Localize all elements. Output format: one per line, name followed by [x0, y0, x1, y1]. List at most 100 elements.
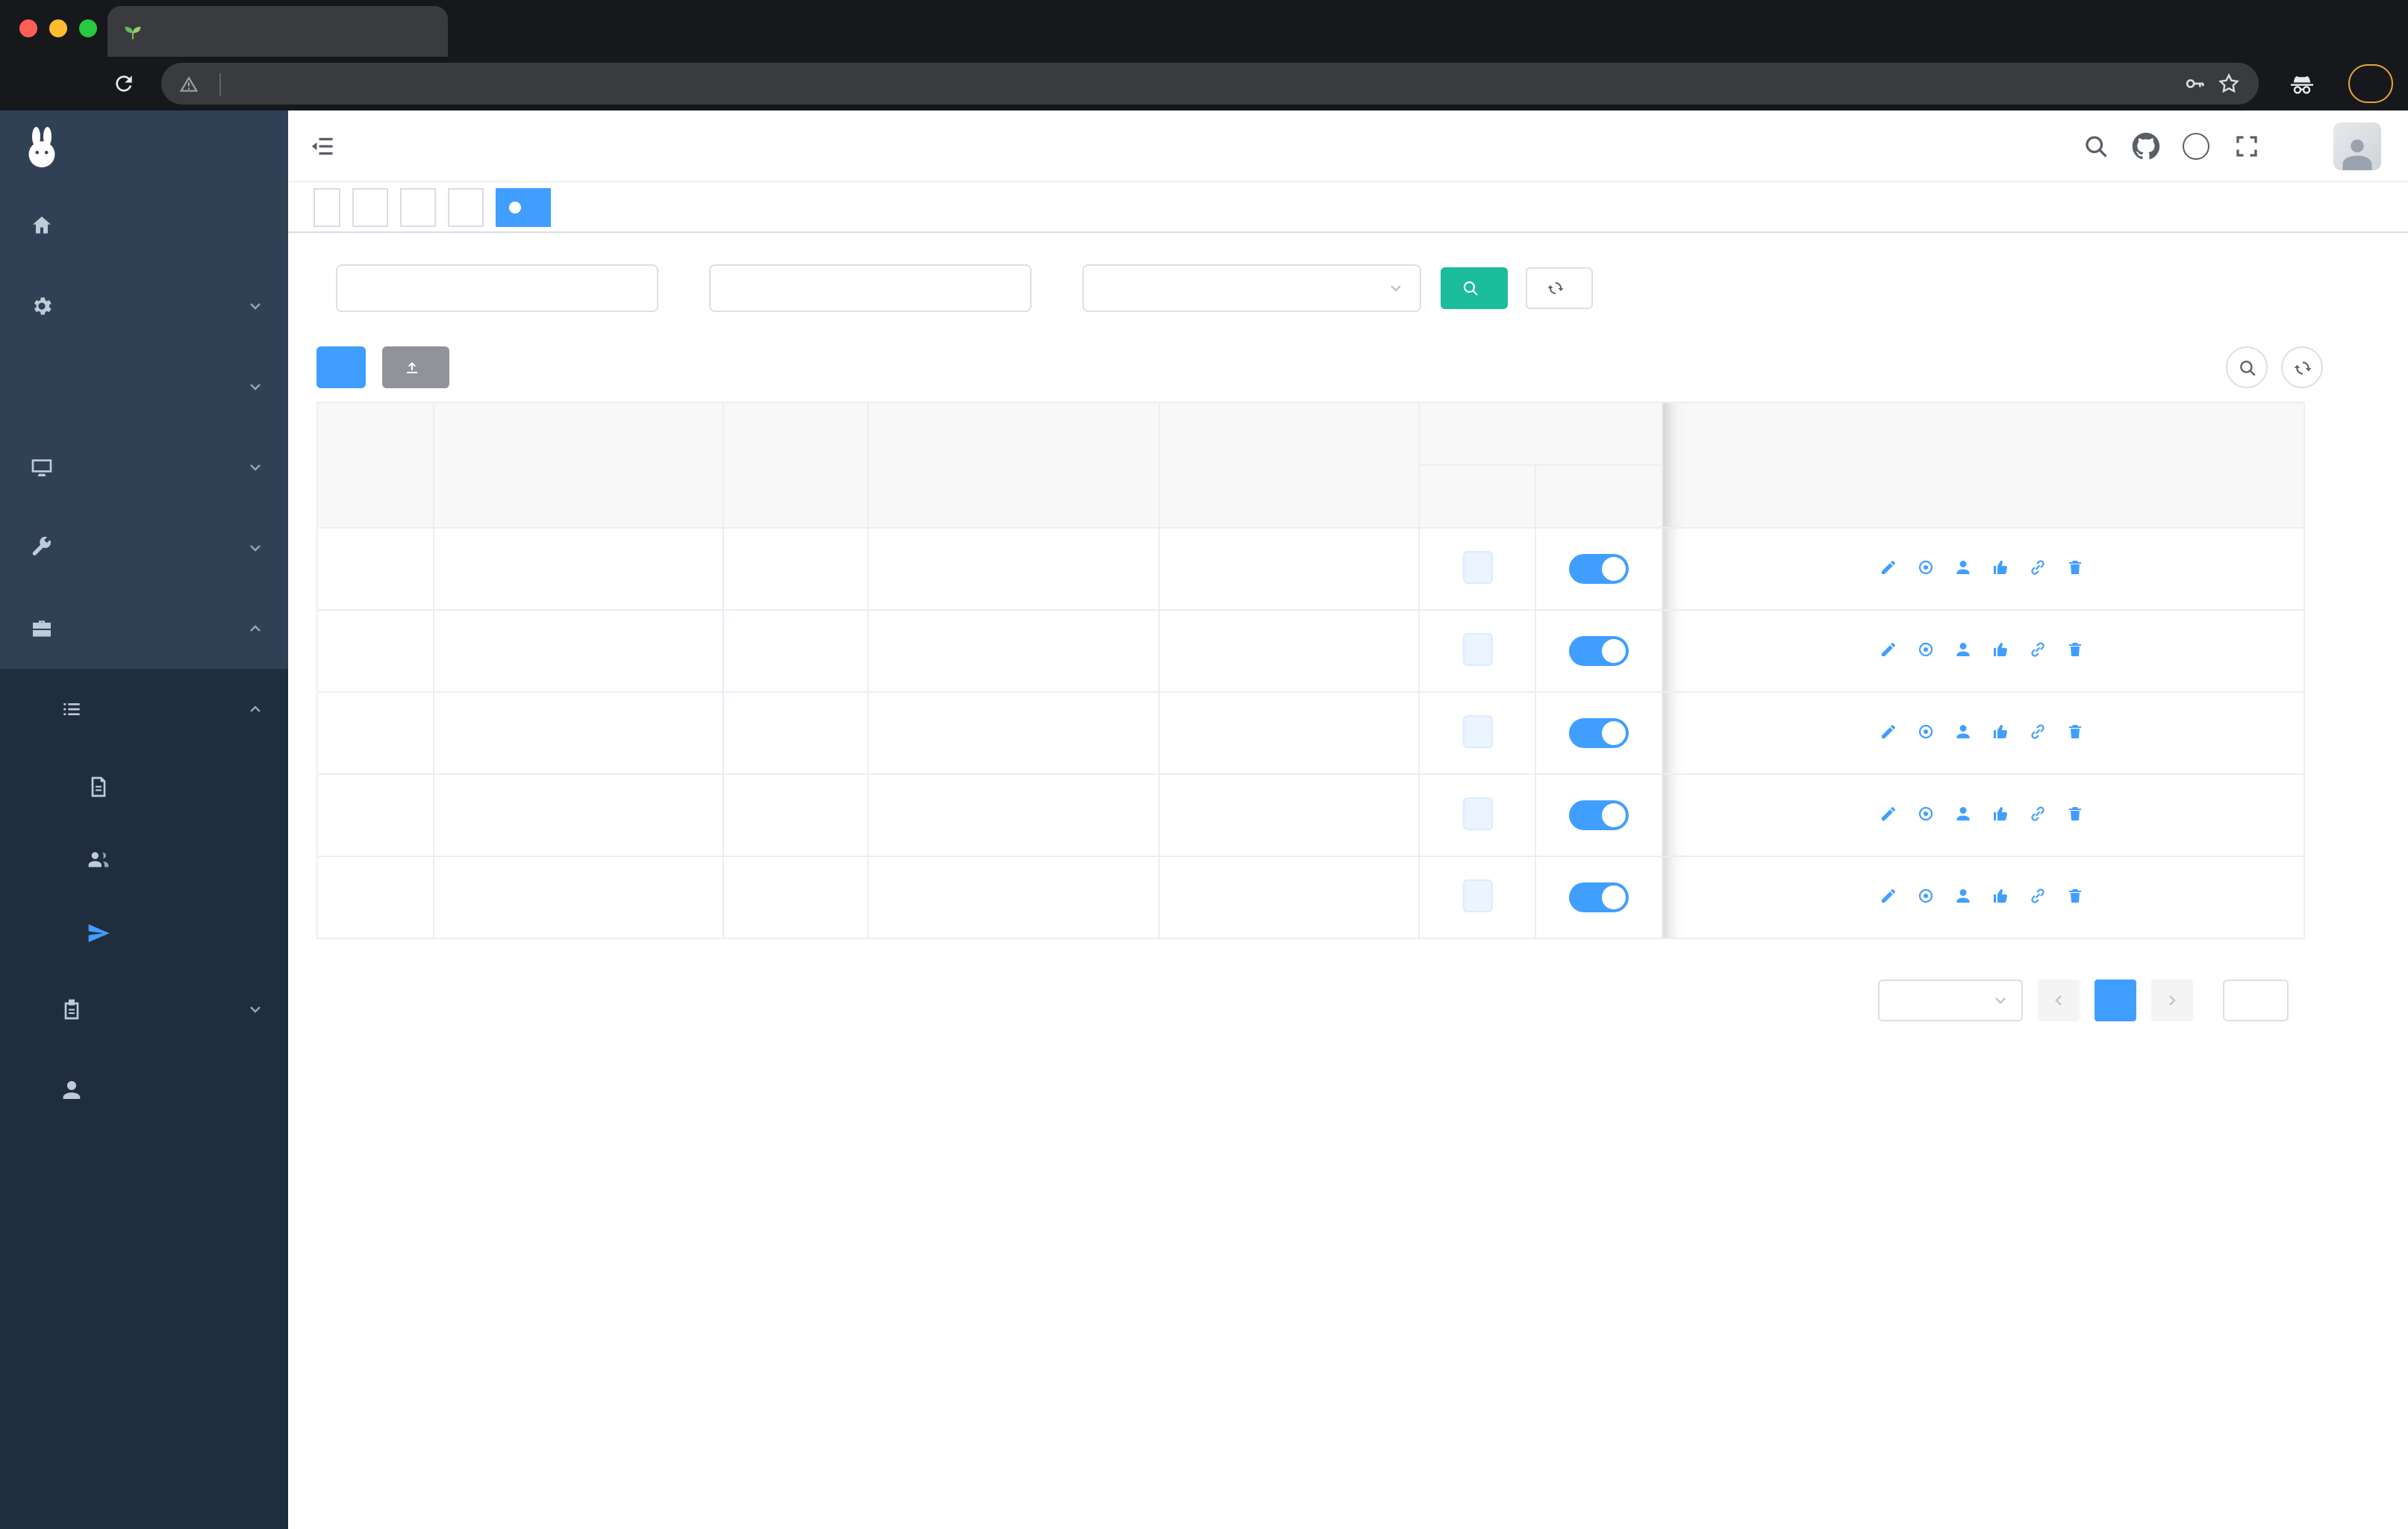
update-browser-button[interactable]	[2348, 64, 2393, 103]
col-header-status	[1535, 464, 1663, 529]
delete-link[interactable]	[2065, 641, 2088, 658]
publish-process-link[interactable]	[1991, 641, 2013, 658]
version-tag	[1462, 879, 1492, 912]
sidebar-item-process-management[interactable]	[0, 669, 288, 750]
target-icon	[1916, 887, 1934, 905]
sidebar-item-task-management[interactable]	[0, 969, 288, 1050]
chevron-up-icon	[246, 700, 264, 718]
wrench-icon	[30, 536, 54, 560]
create-process-button[interactable]	[316, 346, 366, 388]
sidebar-item-home[interactable]	[0, 185, 288, 266]
publish-process-link[interactable]	[1991, 723, 2013, 741]
publish-process-link[interactable]	[1991, 805, 2013, 823]
sidebar	[0, 110, 288, 1529]
process-definition-link[interactable]	[2028, 887, 2050, 905]
link-icon	[2028, 805, 2046, 823]
publish-process-link[interactable]	[1991, 887, 2013, 905]
process-category-select[interactable]	[1082, 264, 1421, 312]
publish-process-link[interactable]	[1991, 558, 2013, 576]
help-icon[interactable]	[2183, 132, 2209, 159]
not-secure-icon	[179, 74, 199, 93]
forward-button[interactable]	[60, 64, 99, 103]
delete-link[interactable]	[2065, 723, 2088, 741]
active-toggle[interactable]	[1569, 636, 1629, 666]
browser-tab[interactable]	[107, 6, 448, 57]
font-size-icon[interactable]	[2283, 131, 2311, 160]
sidebar-item-system[interactable]	[0, 266, 288, 346]
avatar[interactable]	[2333, 122, 2381, 169]
reset-button[interactable]	[1526, 267, 1593, 309]
tag-process-model[interactable]	[496, 187, 551, 226]
tag-tenant-management[interactable]	[352, 187, 388, 226]
import-process-button[interactable]	[382, 346, 449, 388]
tag-my-process[interactable]	[400, 187, 436, 226]
edit-process-link[interactable]	[1879, 641, 1901, 658]
sidebar-item-process-form[interactable]	[0, 750, 288, 823]
assign-rule-link[interactable]	[1953, 558, 1976, 576]
design-process-link[interactable]	[1916, 887, 1938, 905]
design-process-link[interactable]	[1916, 805, 1938, 823]
delete-link[interactable]	[2065, 887, 2088, 905]
bookmark-star-icon[interactable]	[2217, 72, 2241, 96]
process-definition-link[interactable]	[2028, 641, 2050, 658]
minimize-window-button[interactable]	[49, 19, 67, 37]
close-window-button[interactable]	[19, 19, 37, 37]
collapse-sidebar-icon[interactable]	[309, 132, 336, 159]
active-toggle[interactable]	[1569, 800, 1629, 830]
assign-rule-link[interactable]	[1953, 887, 1976, 905]
edit-process-link[interactable]	[1879, 558, 1901, 576]
assign-rule-link[interactable]	[1953, 805, 1976, 823]
app-logo	[0, 110, 288, 185]
page-number-current[interactable]	[2094, 980, 2136, 1021]
sidebar-item-workflow[interactable]	[0, 588, 288, 669]
process-name-input[interactable]	[709, 264, 1032, 312]
active-toggle[interactable]	[1569, 882, 1629, 912]
page-content	[288, 233, 2408, 1529]
active-toggle[interactable]	[1569, 554, 1629, 584]
user-icon	[1953, 558, 1971, 576]
sidebar-item-devtools[interactable]	[0, 508, 288, 588]
process-definition-link[interactable]	[2028, 805, 2050, 823]
refresh-table-button[interactable]	[2281, 346, 2323, 388]
sidebar-item-process-model[interactable]	[0, 896, 288, 969]
assign-rule-link[interactable]	[1953, 641, 1976, 658]
back-button[interactable]	[15, 64, 54, 103]
process-key-input[interactable]	[336, 264, 658, 312]
edit-process-link[interactable]	[1879, 887, 1901, 905]
pencil-icon	[1879, 805, 1897, 823]
goto-page-input[interactable]	[2223, 980, 2289, 1021]
assign-rule-link[interactable]	[1953, 723, 1976, 741]
reload-button[interactable]	[105, 64, 143, 103]
tag-process-form[interactable]	[448, 187, 484, 226]
next-page-button[interactable]	[2151, 980, 2193, 1021]
browser-chrome	[0, 0, 2408, 110]
header-search-icon[interactable]	[2081, 131, 2109, 160]
edit-process-link[interactable]	[1879, 805, 1901, 823]
tab-close-icon[interactable]	[412, 19, 436, 43]
key-icon[interactable]	[2183, 72, 2206, 96]
page-size-select[interactable]	[1878, 980, 2023, 1021]
address-bar[interactable]	[161, 63, 2259, 105]
prev-page-button[interactable]	[2038, 980, 2080, 1021]
sidebar-item-user-group[interactable]	[0, 823, 288, 896]
trash-icon	[2065, 887, 2083, 905]
design-process-link[interactable]	[1916, 723, 1938, 741]
edit-process-link[interactable]	[1879, 723, 1901, 741]
delete-link[interactable]	[2065, 558, 2088, 576]
sidebar-item-payment[interactable]	[0, 346, 288, 427]
toggle-search-button[interactable]	[2226, 346, 2268, 388]
process-definition-link[interactable]	[2028, 723, 2050, 741]
design-process-link[interactable]	[1916, 641, 1938, 658]
sidebar-item-infrastructure[interactable]	[0, 427, 288, 508]
chevron-down-icon	[246, 1000, 264, 1018]
search-button[interactable]	[1441, 267, 1508, 309]
zoom-window-button[interactable]	[79, 19, 97, 37]
active-toggle[interactable]	[1569, 718, 1629, 748]
sidebar-item-leave-query[interactable]	[0, 1050, 288, 1130]
tag-home[interactable]	[314, 187, 340, 226]
github-icon[interactable]	[2132, 131, 2160, 160]
process-definition-link[interactable]	[2028, 558, 2050, 576]
fullscreen-icon[interactable]	[2232, 131, 2260, 160]
delete-link[interactable]	[2065, 805, 2088, 823]
design-process-link[interactable]	[1916, 558, 1938, 576]
